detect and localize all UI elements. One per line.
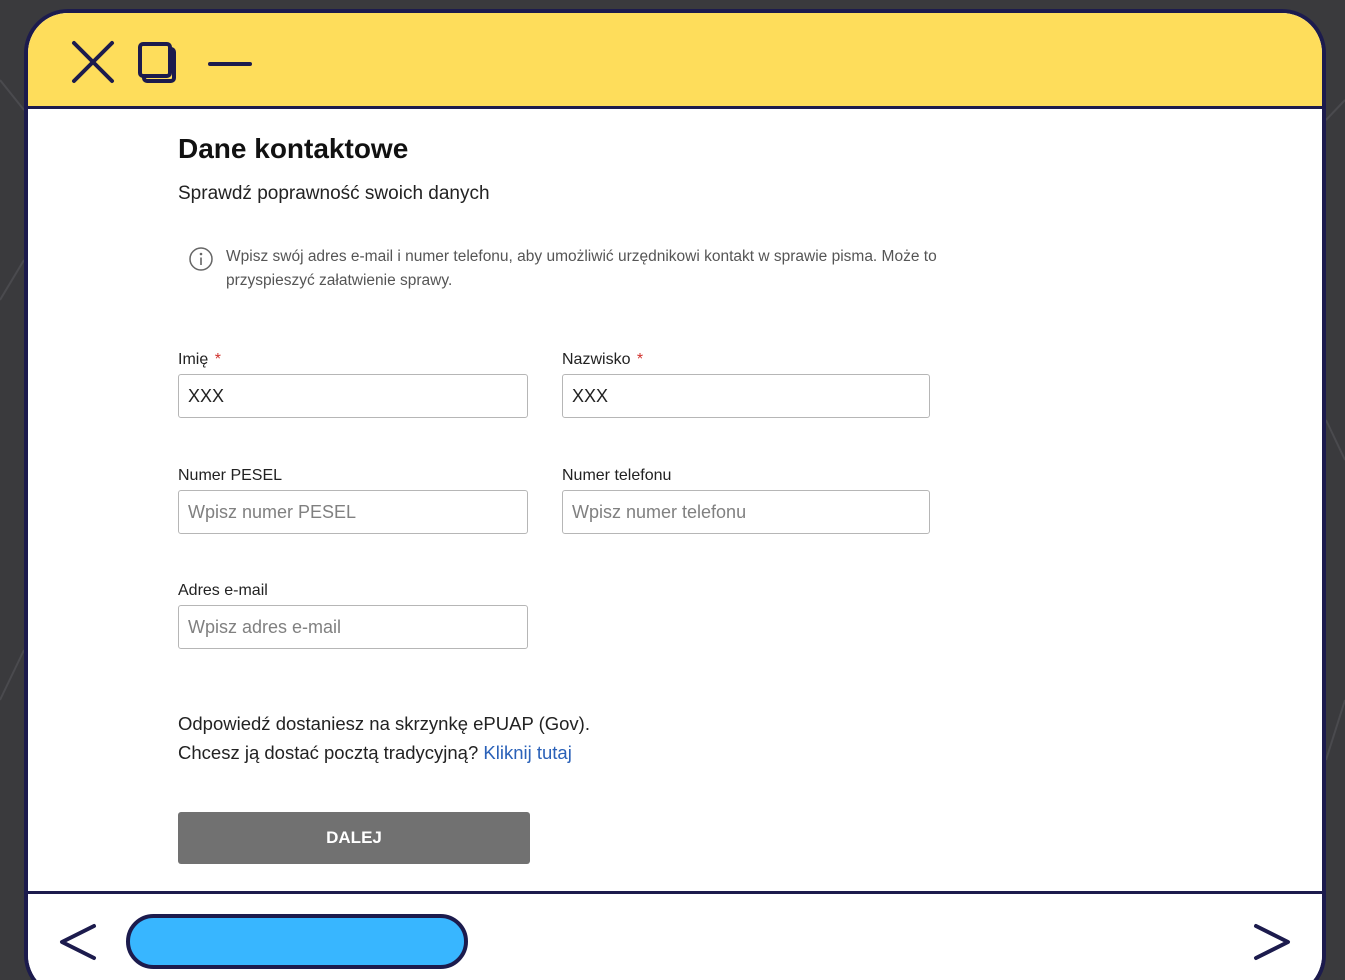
required-marker: * bbox=[214, 351, 221, 368]
minimize-icon[interactable] bbox=[206, 39, 252, 85]
page-title: Dane kontaktowe bbox=[178, 133, 409, 164]
chevron-right-icon[interactable] bbox=[1246, 918, 1294, 966]
email-label: Adres e-mail bbox=[178, 582, 268, 599]
info-message: Wpisz swój adres e-mail i numer telefonu… bbox=[226, 248, 937, 289]
first-name-label: Imię * bbox=[178, 351, 221, 369]
page-subtitle: Sprawdź poprawność swoich danych bbox=[178, 183, 490, 204]
phone-input[interactable] bbox=[562, 490, 930, 534]
phone-label: Numer telefonu bbox=[562, 467, 672, 484]
last-name-label-text: Nazwisko bbox=[562, 351, 631, 368]
address-bar[interactable] bbox=[126, 914, 468, 969]
first-name-input[interactable] bbox=[178, 374, 528, 418]
pesel-input[interactable] bbox=[178, 490, 528, 534]
chevron-left-icon[interactable] bbox=[56, 918, 104, 966]
required-marker: * bbox=[636, 351, 644, 368]
maximize-icon[interactable] bbox=[136, 39, 182, 85]
reply-option-text: Chcesz ją dostać pocztą tradycyjną? Klik… bbox=[178, 742, 572, 764]
form-content: Dane kontaktowe Sprawdź poprawność swoic… bbox=[28, 109, 1322, 891]
pesel-label: Numer PESEL bbox=[178, 467, 283, 484]
info-icon bbox=[189, 247, 213, 271]
email-input[interactable] bbox=[178, 605, 528, 649]
reply-option-question: Chcesz ją dostać pocztą tradycyjną? bbox=[178, 742, 479, 763]
close-icon[interactable] bbox=[70, 39, 116, 85]
browser-window: Dane kontaktowe Sprawdź poprawność swoic… bbox=[24, 9, 1326, 980]
first-name-label-text: Imię bbox=[178, 351, 209, 368]
last-name-label: Nazwisko * bbox=[562, 351, 643, 369]
last-name-input[interactable] bbox=[562, 374, 930, 418]
title-bar bbox=[28, 13, 1322, 109]
navigation-bar bbox=[28, 891, 1322, 980]
next-button[interactable]: DALEJ bbox=[178, 812, 530, 864]
click-here-link[interactable]: Kliknij tutaj bbox=[483, 742, 571, 763]
reply-info-text: Odpowiedź dostaniesz na skrzynkę ePUAP (… bbox=[178, 713, 590, 734]
